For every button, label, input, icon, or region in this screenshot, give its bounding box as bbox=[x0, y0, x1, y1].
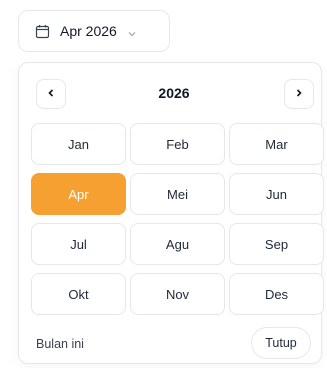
month-cell[interactable]: Jun bbox=[229, 173, 324, 215]
this-month-link[interactable]: Bulan ini bbox=[36, 337, 84, 351]
prev-year-button[interactable] bbox=[36, 79, 66, 109]
year-label: 2026 bbox=[158, 85, 190, 101]
month-cell[interactable]: Okt bbox=[31, 273, 126, 315]
month-cell[interactable]: Nov bbox=[130, 273, 225, 315]
month-picker-trigger[interactable]: Apr 2026 bbox=[18, 10, 170, 52]
month-cell[interactable]: Agu bbox=[130, 223, 225, 265]
close-button[interactable]: Tutup bbox=[251, 327, 311, 359]
month-picker-panel: 2026 Jan Feb Mar Apr Mei Jun Jul Agu Sep… bbox=[18, 62, 324, 364]
chevron-left-icon bbox=[46, 85, 56, 103]
chevron-down-icon bbox=[127, 26, 137, 37]
month-cell[interactable]: Des bbox=[229, 273, 324, 315]
month-cell[interactable]: Mei bbox=[130, 173, 225, 215]
next-year-button[interactable] bbox=[284, 79, 314, 109]
chevron-right-icon bbox=[294, 85, 304, 103]
month-grid: Jan Feb Mar Apr Mei Jun Jul Agu Sep Okt … bbox=[31, 123, 324, 315]
month-cell[interactable]: Jul bbox=[31, 223, 126, 265]
month-cell[interactable]: Feb bbox=[130, 123, 225, 165]
month-cell-selected[interactable]: Apr bbox=[31, 173, 126, 215]
calendar-icon bbox=[35, 24, 50, 39]
trigger-label: Apr 2026 bbox=[60, 23, 117, 39]
month-cell[interactable]: Mar bbox=[229, 123, 324, 165]
month-cell[interactable]: Sep bbox=[229, 223, 324, 265]
month-cell[interactable]: Jan bbox=[31, 123, 126, 165]
